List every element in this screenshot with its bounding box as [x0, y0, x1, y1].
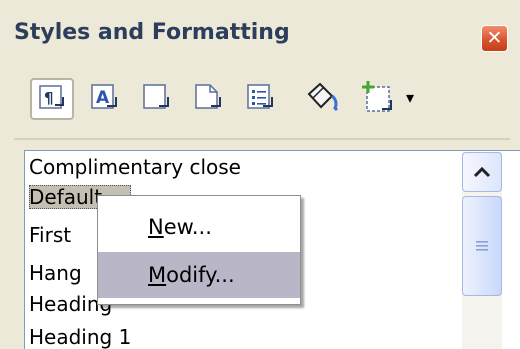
- chevron-up-icon: [473, 166, 491, 178]
- scroll-up-button[interactable]: [462, 152, 502, 192]
- paint-bucket-icon: [303, 80, 341, 118]
- svg-text:¶: ¶: [44, 89, 54, 107]
- list-item[interactable]: Complimentary close: [29, 155, 241, 179]
- list-item[interactable]: First: [29, 223, 99, 247]
- vertical-scrollbar[interactable]: [462, 152, 502, 349]
- frame-styles-icon: [141, 82, 171, 116]
- list-styles-icon: [245, 82, 275, 116]
- list-item[interactable]: Heading 1: [29, 325, 131, 349]
- page-styles-icon: [193, 82, 223, 116]
- menu-item-new-label: New...: [148, 215, 212, 239]
- menu-item-new[interactable]: New...: [98, 204, 300, 250]
- fill-format-mode-button[interactable]: [300, 78, 344, 120]
- paragraph-styles-icon: ¶: [38, 83, 66, 115]
- list-item[interactable]: Hang: [29, 261, 99, 285]
- grip-icon: [476, 241, 488, 251]
- style-toolbar: ¶ A ▾: [22, 78, 512, 130]
- page-styles-button[interactable]: [186, 78, 230, 120]
- context-menu: New... Modify...: [97, 195, 301, 305]
- panel-title: Styles and Formatting: [14, 20, 290, 45]
- list-styles-button[interactable]: [238, 78, 282, 120]
- new-style-from-selection-button[interactable]: [356, 78, 400, 120]
- new-style-icon: [360, 79, 396, 119]
- close-icon: ✕: [486, 27, 503, 49]
- menu-item-modify-label: Modify...: [148, 263, 235, 287]
- toolbar-separator: [14, 138, 510, 140]
- paragraph-styles-button[interactable]: ¶: [30, 78, 74, 120]
- panel-titlebar: Styles and Formatting ✕: [0, 0, 520, 82]
- character-styles-icon: A: [89, 82, 119, 116]
- menu-item-modify[interactable]: Modify...: [98, 252, 300, 298]
- character-styles-button[interactable]: A: [82, 78, 126, 120]
- close-button[interactable]: ✕: [481, 25, 508, 52]
- frame-styles-button[interactable]: [134, 78, 178, 120]
- scroll-thumb[interactable]: [462, 196, 502, 296]
- toolbar-dropdown-arrow[interactable]: ▾: [406, 88, 422, 110]
